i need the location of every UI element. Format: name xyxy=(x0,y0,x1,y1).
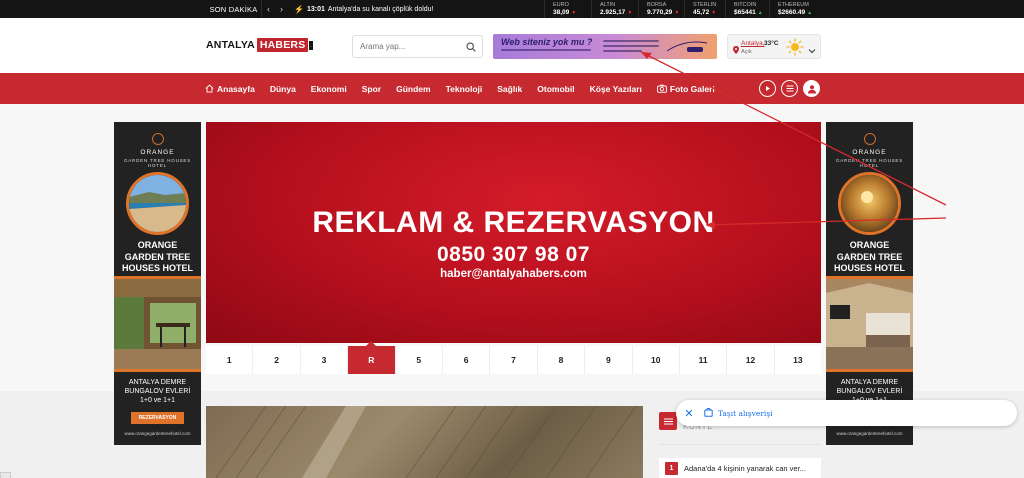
slider-page-r[interactable]: R xyxy=(348,341,396,374)
market-altin: ALTIN 2.925,17 ▼ xyxy=(591,0,638,18)
slider-page-1[interactable]: 1 xyxy=(206,346,254,374)
nav-item-dunya[interactable]: Dünya xyxy=(270,84,296,94)
left-hotel-ad[interactable]: ORANGE GARDEN TREE HOUSES HOTEL ORANGE G… xyxy=(114,122,201,445)
home-icon xyxy=(205,84,214,93)
site-header: ANTALYA HABERS . Web siteniz yok mu ? An… xyxy=(0,18,1024,73)
slider-page-6[interactable]: 6 xyxy=(443,346,491,374)
tree-photo xyxy=(838,172,901,235)
hotel-website: www.orangegardentreehotel.com xyxy=(124,431,191,436)
shopping-bag-icon xyxy=(704,404,713,422)
slider-page-7[interactable]: 7 xyxy=(490,346,538,374)
slider-page-10[interactable]: 10 xyxy=(633,346,680,374)
trend-down-icon: ▼ xyxy=(674,10,680,16)
corner-tab[interactable] xyxy=(0,472,11,478)
slider-page-9[interactable]: 9 xyxy=(585,346,633,374)
news-title: Adana'da 4 kişinin yanarak can ver... xyxy=(684,463,806,473)
trend-up-icon: ▲ xyxy=(807,10,813,16)
hotel-logo-icon xyxy=(864,133,876,145)
play-icon[interactable] xyxy=(759,80,776,97)
search-box xyxy=(352,35,483,58)
hotel-title: ORANGE GARDEN TREE HOUSES HOTEL xyxy=(121,240,193,273)
market-sterlin: STERLIN 45,72 ▼ xyxy=(684,0,725,18)
ad-subtext xyxy=(501,49,591,53)
nav-item-gundem[interactable]: Gündem xyxy=(396,84,430,94)
trend-down-icon: ▼ xyxy=(711,10,717,16)
shopping-label: Taşıt alışverişi xyxy=(718,408,773,418)
nav-item-otomobil[interactable]: Otomobil xyxy=(537,84,574,94)
nav-item-anasayfa[interactable]: Anasayfa xyxy=(205,84,255,94)
breaking-time: 13:01 xyxy=(306,5,325,13)
hotel-title: ORANGE GARDEN TREE HOUSES HOTEL xyxy=(833,240,905,273)
nav-item-teknoloji[interactable]: Teknoloji xyxy=(446,84,483,94)
hotel-website: www.orangegardentreehotel.com xyxy=(836,431,903,436)
ticker-next-button[interactable]: › xyxy=(275,0,288,18)
nav-item-ekonomi[interactable]: Ekonomi xyxy=(311,84,347,94)
terrace-photo xyxy=(114,279,201,369)
search-icon[interactable] xyxy=(461,36,481,57)
weather-condition: Açık xyxy=(741,49,752,55)
main-navigation: Anasayfa Dünya Ekonomi Spor Gündem Tekno… xyxy=(0,73,1024,104)
slider-phone: 0850 307 98 07 xyxy=(437,243,590,266)
search-input[interactable] xyxy=(353,42,461,51)
market-euro: EURO 38,09 ▼ xyxy=(544,0,591,18)
nav-item-kose-yazilari[interactable]: Köşe Yazıları xyxy=(590,84,642,94)
weather-temp: 33°C xyxy=(764,40,779,47)
slider-page-11[interactable]: 11 xyxy=(680,346,728,374)
web-site-ad-banner[interactable]: Web siteniz yok mu ? xyxy=(493,34,717,59)
trend-up-icon: ▲ xyxy=(757,10,763,16)
trend-down-icon: ▼ xyxy=(571,10,577,16)
shopping-suggestion-pill[interactable]: ✕ Taşıt alışverişi xyxy=(676,400,1017,426)
market-ethereum: ETHEREUM $2660.49 ▲ xyxy=(769,0,817,18)
slider-page-12[interactable]: 12 xyxy=(727,346,775,374)
news-image-aerial-field[interactable] xyxy=(206,406,643,478)
bedroom-photo xyxy=(826,279,913,369)
location-pin-icon xyxy=(733,41,739,59)
bungalow-text: ANTALYA DEMRE BUNGALOV EVLERİ 1+0 ve 1+1 xyxy=(124,379,191,404)
market-borsa: BORSA 9.770,29 ▼ xyxy=(638,0,684,18)
nav-item-spor[interactable]: Spor xyxy=(362,84,381,94)
slider-pagination: 1 2 3 R 5 6 7 8 9 10 11 12 13 xyxy=(206,341,821,374)
logo-mark: . xyxy=(309,40,313,50)
nav-item-foto-galeri[interactable]: Foto Galeri xyxy=(657,84,715,94)
reservation-button[interactable]: REZERVASYON xyxy=(131,412,184,424)
market-bitcoin: BITCOIN $65441 ▲ xyxy=(725,0,769,18)
ad-swoosh-graphic xyxy=(666,41,708,52)
breaking-label: SON DAKİKA xyxy=(206,0,262,18)
weather-widget[interactable]: Antalya, 33°C Açık xyxy=(727,34,821,59)
ticker-prev-button[interactable]: ‹ xyxy=(262,0,275,18)
slider-headline: REKLAM & REZERVASYON xyxy=(312,206,715,239)
slider-page-2[interactable]: 2 xyxy=(253,346,301,374)
camera-icon xyxy=(657,84,667,93)
menu-icon[interactable] xyxy=(781,80,798,97)
slider-page-8[interactable]: 8 xyxy=(538,346,586,374)
nav-item-saglik[interactable]: Sağlık xyxy=(497,84,522,94)
flash-icon: ⚡ xyxy=(294,4,304,14)
user-icon[interactable] xyxy=(803,80,820,97)
sun-icon xyxy=(786,38,804,61)
slider-page-5[interactable]: 5 xyxy=(396,346,443,374)
slider-page-3[interactable]: 3 xyxy=(301,346,349,374)
close-icon[interactable]: ✕ xyxy=(676,400,702,426)
weather-city[interactable]: Antalya, xyxy=(741,40,765,47)
hotel-logo-icon xyxy=(152,133,164,145)
news-list-item[interactable]: 1 Adana'da 4 kişinin yanarak can ver... xyxy=(659,458,821,478)
headline-slider[interactable]: REKLAM & REZERVASYON 0850 307 98 07 habe… xyxy=(206,122,821,343)
market-rates: EURO 38,09 ▼ ALTIN 2.925,17 ▼ BORSA 9.770,… xyxy=(544,0,817,18)
right-hotel-ad[interactable]: ORANGE GARDEN TREE HOUSES HOTEL ORANGE G… xyxy=(826,122,913,445)
list-icon xyxy=(659,412,677,430)
trend-down-icon: ▼ xyxy=(627,10,633,16)
news-rank: 1 xyxy=(665,461,678,475)
slider-email: haber@antalyahabers.com xyxy=(440,268,587,280)
breaking-headline: Antalya'da su kanalı çöplük doldu! xyxy=(327,5,434,13)
chevron-down-icon[interactable] xyxy=(808,42,816,60)
breaking-headline-link[interactable]: ⚡ 13:01 Antalya'da su kanalı çöplük dold… xyxy=(294,5,434,14)
breaking-news-ticker: SON DAKİKA ‹ › ⚡ 13:01 Antalya'da su kan… xyxy=(0,0,1024,18)
slider-page-13[interactable]: 13 xyxy=(775,346,821,374)
ad-feature-list xyxy=(603,40,659,54)
beach-photo xyxy=(126,172,189,235)
site-logo[interactable]: ANTALYA HABERS . xyxy=(206,38,313,52)
